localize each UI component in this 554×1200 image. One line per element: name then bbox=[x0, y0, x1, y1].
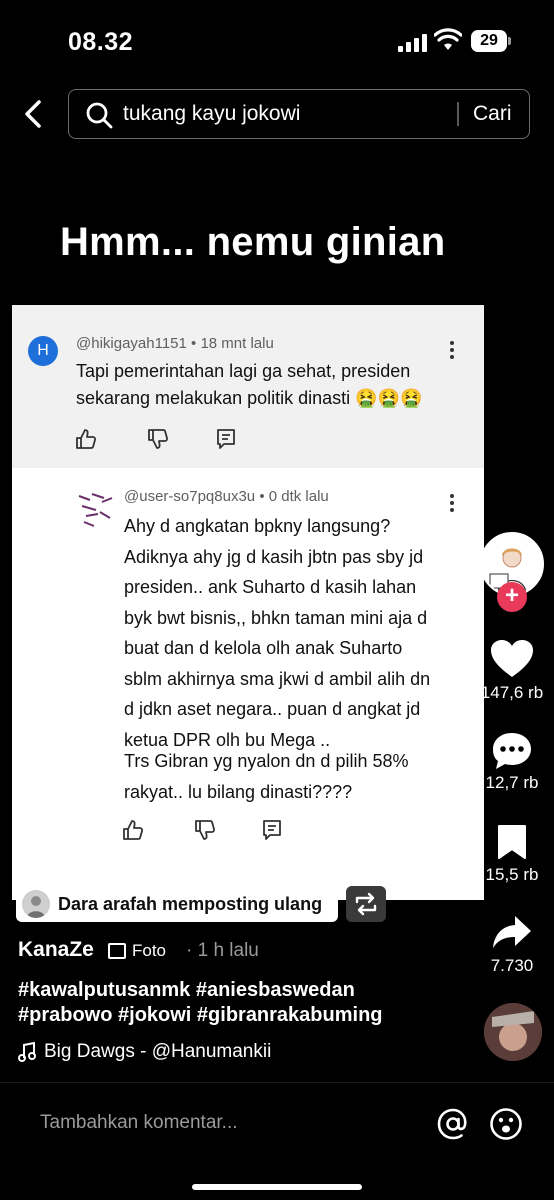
search-divider bbox=[457, 102, 459, 126]
more-icon bbox=[449, 494, 455, 516]
signal-icon bbox=[398, 32, 428, 52]
post-image[interactable]: H @hikigayah1151 • 18 mnt lalu Tapi peme… bbox=[12, 305, 484, 900]
reply-username: @user-so7pq8ux3u bbox=[124, 488, 256, 505]
first-comment: H @hikigayah1151 • 18 mnt lalu Tapi peme… bbox=[12, 305, 484, 468]
music-disc[interactable] bbox=[484, 1003, 542, 1061]
comment-bar: Tambahkan komentar... bbox=[0, 1082, 554, 1200]
thumbs-up-icon bbox=[76, 429, 97, 449]
avatar bbox=[76, 488, 118, 530]
at-icon[interactable] bbox=[436, 1107, 470, 1141]
avatar bbox=[22, 890, 50, 918]
comment-meta: @hikigayah1151 • 18 mnt lalu bbox=[76, 335, 274, 352]
status-time: 08.32 bbox=[68, 28, 134, 56]
reply-text: Ahy d angkatan bpkny langsung? Adiknya a… bbox=[124, 516, 431, 750]
repost-icon[interactable] bbox=[346, 886, 386, 922]
heart-icon[interactable] bbox=[490, 639, 534, 679]
music-info[interactable]: Big Dawgs - @Hanumankii bbox=[18, 1041, 271, 1063]
save-count: 15,5 rb bbox=[485, 865, 539, 884]
avatar: H bbox=[28, 336, 58, 366]
bookmark-icon[interactable] bbox=[496, 824, 528, 860]
search-button[interactable]: Cari bbox=[473, 102, 512, 126]
post-time: · 1 h lalu bbox=[186, 940, 259, 961]
repost-text: Dara arafah memposting ulang bbox=[58, 894, 323, 914]
back-arrow-icon[interactable] bbox=[14, 94, 54, 134]
repost-banner[interactable]: Dara arafah memposting ulang bbox=[16, 886, 338, 922]
thumbs-down-icon bbox=[195, 820, 216, 840]
comment-input[interactable]: Tambahkan komentar... bbox=[40, 1112, 238, 1134]
search-icon bbox=[86, 102, 113, 129]
comment-username: @hikigayah1151 bbox=[76, 335, 187, 352]
comment-count: 12,7 rb bbox=[485, 773, 539, 792]
reply-icon bbox=[263, 820, 281, 840]
thumbs-up-icon bbox=[123, 820, 144, 840]
reply-time: • 0 dtk lalu bbox=[259, 488, 329, 505]
share-icon[interactable] bbox=[491, 914, 533, 952]
home-indicator bbox=[192, 1184, 362, 1190]
follow-button[interactable]: + bbox=[497, 582, 527, 612]
post-headline: Hmm... nemu ginian bbox=[60, 220, 446, 264]
music-title: Big Dawgs - @Hanumankii bbox=[44, 1041, 272, 1062]
thumbs-down-icon bbox=[148, 429, 169, 449]
share-count: 7.730 bbox=[490, 956, 534, 975]
battery-level: 29 bbox=[471, 30, 507, 52]
reply-icon bbox=[217, 429, 235, 449]
emoji-icon[interactable] bbox=[489, 1107, 523, 1141]
post-hashtags[interactable]: #kawalputusanmk #aniesbaswedan #prabowo … bbox=[18, 978, 418, 1028]
like-count: 147,6 rb bbox=[480, 683, 544, 702]
search-bar[interactable]: tukang kayu jokowi Cari bbox=[68, 89, 530, 139]
wifi-icon bbox=[434, 28, 462, 50]
photo-badge: Foto bbox=[108, 938, 166, 964]
search-input[interactable]: tukang kayu jokowi bbox=[123, 102, 300, 126]
author-name[interactable]: KanaZe bbox=[18, 938, 94, 962]
more-icon bbox=[449, 341, 455, 363]
photo-icon bbox=[108, 943, 126, 959]
media-type: Foto bbox=[132, 941, 167, 960]
music-note-icon bbox=[18, 1042, 36, 1062]
comment-icon[interactable] bbox=[491, 731, 533, 771]
comment-time: • 18 mnt lalu bbox=[191, 335, 274, 352]
reply-text-2: Trs Gibran yg nyalon dn d pilih 58% raky… bbox=[124, 751, 409, 802]
status-bar: 08.32 29 bbox=[0, 0, 554, 80]
reply-meta: @user-so7pq8ux3u • 0 dtk lalu bbox=[124, 488, 329, 505]
comment-text: Tapi pemerintahan lagi ga sehat, preside… bbox=[76, 361, 423, 408]
battery-icon: 29 bbox=[471, 30, 511, 52]
